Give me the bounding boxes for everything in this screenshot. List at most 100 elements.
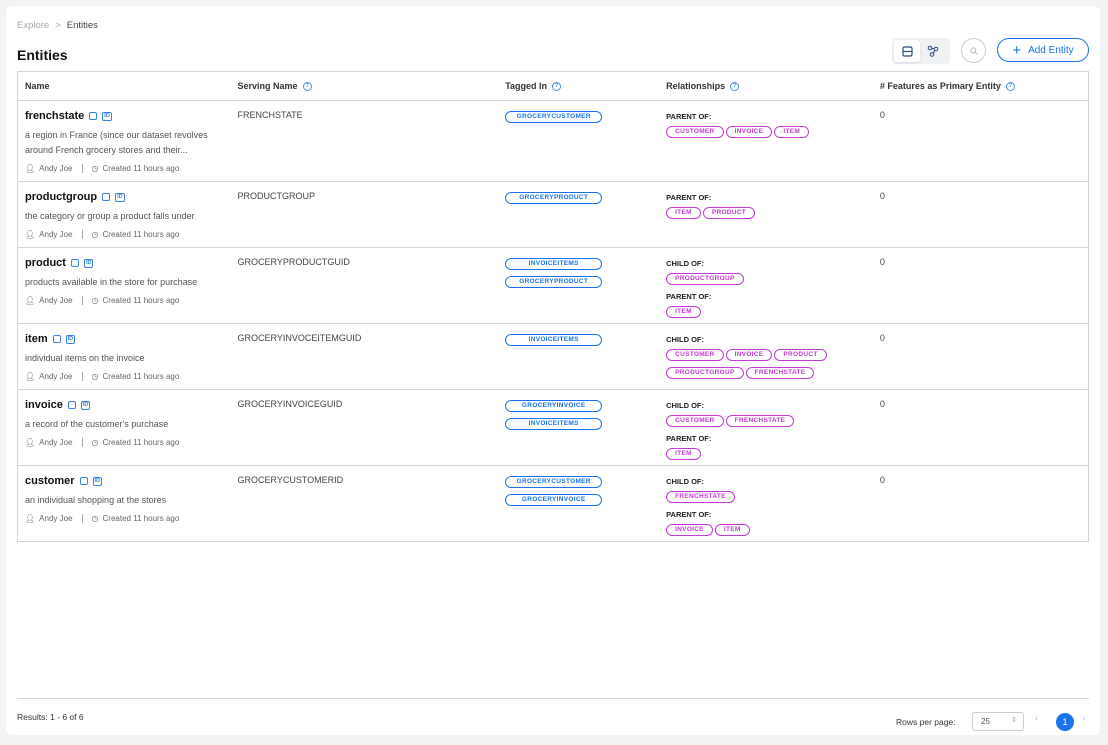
relationship-pill[interactable]: INVOICE (666, 524, 713, 536)
id-icon[interactable]: ID (80, 400, 91, 410)
entity-name[interactable]: item (25, 333, 48, 345)
relationship-pill[interactable]: FRENCHSTATE (666, 491, 735, 503)
tag-pill[interactable]: GROCERYPRODUCT (505, 192, 603, 204)
created-time: Created 11 hours ago (102, 230, 180, 239)
relationship-pill[interactable]: ITEM (666, 448, 701, 460)
view-toggle (892, 38, 950, 64)
table-row[interactable]: productgroup ID the category or group a p… (17, 181, 1089, 248)
copy-icon[interactable] (102, 193, 111, 201)
relationship-label: PARENT OF: (666, 434, 712, 443)
search-button[interactable] (961, 38, 986, 63)
add-entity-button[interactable]: + Add Entity (997, 38, 1089, 62)
add-entity-label: Add Entity (1028, 44, 1074, 56)
relationship-pill[interactable]: ITEM (774, 126, 810, 138)
table-row[interactable]: customer ID an individual shopping at the… (17, 465, 1089, 542)
entity-name[interactable]: frenchstate (25, 110, 84, 122)
user-icon: 👤︎ (25, 164, 36, 173)
tag-pill[interactable]: INVOICEITEMS (505, 258, 603, 270)
copy-icon[interactable] (89, 112, 98, 120)
id-icon[interactable]: ID (83, 258, 94, 268)
entity-description: an individual shopping at the stores (25, 495, 167, 505)
tag-pill[interactable]: INVOICEITEMS (505, 334, 603, 346)
created-time: Created 11 hours ago (102, 372, 180, 381)
id-icon[interactable]: ID (102, 111, 112, 121)
relationship-pill[interactable]: ITEM (666, 207, 701, 219)
copy-icon[interactable] (67, 401, 76, 409)
breadcrumb-explore[interactable]: Explore (17, 20, 49, 31)
user-icon: 👤︎ (25, 514, 36, 523)
tag-pill[interactable]: GROCERYPRODUCT (505, 276, 603, 288)
tag-pill[interactable]: GROCERYCUSTOMER (505, 476, 603, 488)
feature-count: 0 (872, 465, 1089, 542)
serving-name: PRODUCTGROUP (230, 181, 499, 248)
relationship-pill[interactable]: ITEM (666, 306, 701, 318)
relationship-pill[interactable]: PRODUCTGROUP (666, 273, 744, 285)
column-header: Relationships? (659, 71, 873, 101)
serving-name: GROCERYINVOICEGUID (230, 389, 499, 466)
table-row[interactable]: frenchstate ID a region in France (since … (17, 100, 1089, 182)
id-icon[interactable]: ID (65, 334, 76, 344)
column-header: # Features as Primary Entity? (872, 71, 1089, 101)
page-title: Entities (17, 47, 68, 63)
entity-name[interactable]: customer (25, 475, 75, 487)
help-icon[interactable]: ? (552, 82, 562, 92)
author: Andy Joe (39, 296, 73, 305)
tag-pill[interactable]: GROCERYINVOICE (505, 400, 603, 412)
page-1-button[interactable]: 1 (1056, 713, 1074, 731)
graph-view-button[interactable] (920, 40, 946, 62)
column-header-label: # Features as Primary Entity (879, 80, 1001, 91)
tag-pill[interactable]: GROCERYINVOICE (505, 494, 603, 506)
clock-icon: ◷ (91, 438, 99, 447)
relationship-pill[interactable]: PRODUCT (774, 349, 827, 361)
relationship-pill[interactable]: FRENCHSTATE (725, 415, 795, 427)
table-row[interactable]: invoice ID a record of the customer's pur… (17, 389, 1089, 466)
id-icon[interactable]: ID (92, 476, 103, 486)
tag-pill[interactable]: INVOICEITEMS (505, 418, 603, 430)
author: Andy Joe (39, 164, 73, 173)
relationship-label: PARENT OF: (666, 292, 712, 301)
feature-count: 0 (872, 323, 1089, 390)
id-icon[interactable]: ID (115, 192, 125, 202)
table-row[interactable]: item ID individual items on the invoice 👤… (17, 323, 1089, 390)
table-row[interactable]: product ID products available in the stor… (17, 247, 1089, 324)
copy-icon[interactable] (70, 259, 79, 267)
tag-pill[interactable]: GROCERYCUSTOMER (505, 111, 603, 123)
table-view-button[interactable] (894, 40, 920, 62)
relationship-label: PARENT OF: (666, 510, 712, 519)
column-header-label: Tagged In (505, 80, 548, 91)
serving-name: GROCERYCUSTOMERID (230, 465, 499, 542)
column-header: Tagged In? (498, 71, 660, 101)
results-count: Results: 1 - 6 of 6 (17, 712, 84, 722)
copy-icon[interactable] (79, 477, 88, 485)
column-header: Serving Name? (230, 71, 499, 101)
help-icon[interactable]: ? (1005, 82, 1015, 92)
created-time: Created 11 hours ago (102, 296, 180, 305)
relationship-pill[interactable]: CUSTOMER (666, 349, 724, 361)
relationship-pill[interactable]: PRODUCT (702, 207, 756, 219)
serving-name: FRENCHSTATE (230, 100, 499, 182)
relationship-pill[interactable]: ITEM (714, 524, 750, 536)
relationship-pill[interactable]: INVOICE (725, 349, 773, 361)
entity-name[interactable]: productgroup (25, 191, 97, 203)
copy-icon[interactable] (52, 335, 61, 343)
help-icon[interactable]: ? (302, 82, 312, 92)
entities-table: Name Serving Name? Tagged In? Relationships… (17, 71, 1089, 542)
column-header-label: Name (25, 81, 50, 91)
user-icon: 👤︎ (25, 372, 36, 381)
graph-view-icon (927, 45, 939, 57)
serving-name: GROCERYPRODUCTGUID (230, 247, 499, 324)
help-icon[interactable]: ? (730, 82, 740, 92)
rows-per-page-select[interactable]: 25 ⇕ (972, 712, 1024, 731)
entity-name[interactable]: product (25, 257, 66, 269)
relationship-pill[interactable]: PRODUCTGROUP (666, 367, 744, 379)
prev-page-button[interactable]: ‹ (1035, 713, 1038, 724)
relationship-pill[interactable]: FRENCHSTATE (745, 367, 815, 379)
relationship-pill[interactable]: INVOICE (725, 126, 773, 138)
next-page-button[interactable]: › (1082, 713, 1085, 724)
entities-panel: Explore > Entities Entities + Add Entity Na… (6, 6, 1100, 735)
entity-name[interactable]: invoice (25, 399, 63, 411)
divider (81, 296, 83, 305)
relationship-pill[interactable]: CUSTOMER (666, 415, 724, 427)
relationship-pill[interactable]: CUSTOMER (666, 126, 724, 138)
clock-icon: ◷ (91, 164, 99, 173)
